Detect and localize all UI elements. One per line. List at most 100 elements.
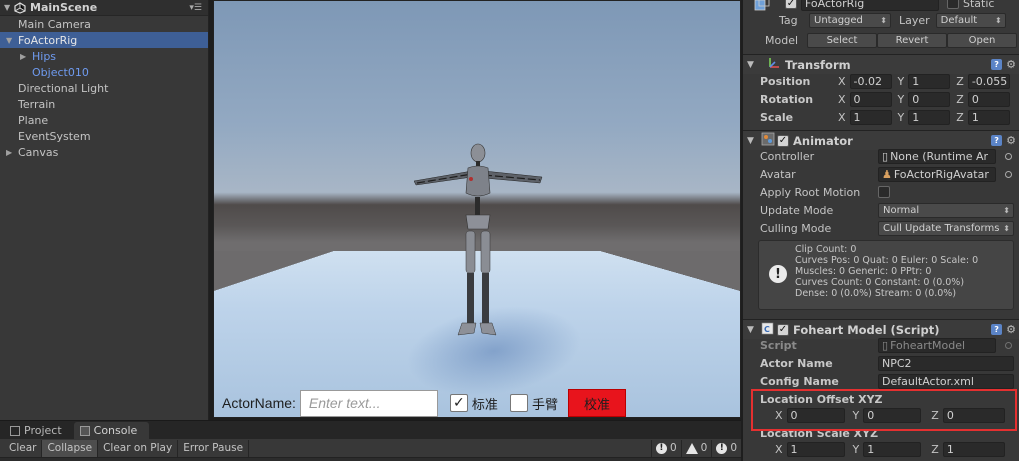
file-icon: ▯	[882, 149, 889, 163]
console-icon	[79, 425, 90, 436]
standard-checkbox[interactable]: ✓	[449, 394, 468, 412]
gear-icon[interactable]: ⚙	[1006, 58, 1016, 71]
root-motion-checkbox[interactable]	[878, 186, 890, 198]
loc-scale-x[interactable]: 1	[786, 441, 845, 457]
actor-name-input[interactable]	[299, 389, 438, 417]
controller-row: Controller ▯ None (Runtime Ar	[743, 147, 1019, 165]
avatar-label: Avatar	[760, 167, 796, 181]
info-icon: !	[769, 265, 787, 283]
hierarchy-item[interactable]: EventSystem	[0, 128, 208, 144]
standard-toggle[interactable]: ✓ 标准	[449, 394, 498, 413]
object-picker-icon[interactable]	[1005, 152, 1012, 160]
collapse-button[interactable]: Collapse	[42, 439, 99, 457]
transform-rotation-label: Rotation	[760, 92, 814, 106]
animator-stats-box: ! Clip Count: 0 Curves Pos: 0 Quat: 0 Eu…	[758, 240, 1014, 310]
transform-rotation-x[interactable]: 0	[849, 91, 892, 107]
tab-project[interactable]: Project	[4, 422, 74, 439]
info-count-button[interactable]: ! 0	[650, 439, 681, 457]
game-view[interactable]: ActorName: ✓ 标准 手臂 校准	[213, 0, 741, 418]
expanded-arrow-icon[interactable]: ▼	[6, 36, 18, 45]
hierarchy-item-label: Plane	[18, 113, 49, 127]
hierarchy-item[interactable]: ▶ Hips	[0, 48, 208, 64]
collapse-arrow-icon[interactable]: ▼	[747, 136, 759, 146]
error-pause-button[interactable]: Error Pause	[178, 439, 250, 457]
collapse-arrow-icon[interactable]: ▼	[747, 60, 759, 70]
warning-count-button[interactable]: 0	[680, 439, 712, 457]
transform-scale-label: Scale	[760, 110, 794, 124]
hierarchy-item[interactable]: Object010	[0, 64, 208, 80]
transform-rotation-y[interactable]: 0	[908, 91, 951, 107]
log-counters: ! 0 0 ! 0	[650, 439, 741, 457]
standard-label: 标准	[471, 397, 498, 413]
clear-on-play-button[interactable]: Clear on Play	[98, 439, 179, 457]
folder-icon	[10, 425, 20, 436]
z-axis-label: Z	[931, 442, 939, 456]
hierarchy-item-label: FoActorRig	[18, 33, 78, 47]
clear-button[interactable]: Clear	[4, 439, 43, 457]
model-select-button[interactable]: Select	[807, 32, 877, 48]
collapse-arrow-icon[interactable]: ▼	[4, 3, 14, 12]
hierarchy-item[interactable]: Plane	[0, 112, 208, 128]
script-enabled-checkbox[interactable]: ✓	[777, 323, 789, 336]
console-panel: Project Console Clear Collapse Clear on …	[0, 420, 741, 461]
culling-mode-dropdown[interactable]: Cull Update Transforms ⬍	[878, 220, 1014, 236]
tab-console[interactable]: Console	[73, 422, 150, 439]
hierarchy-item-label: Hips	[32, 49, 57, 63]
error-count: 0	[730, 442, 737, 454]
error-count-button[interactable]: ! 0	[711, 439, 741, 457]
hierarchy-item[interactable]: ▼ FoActorRig	[0, 32, 208, 48]
gear-icon[interactable]: ⚙	[1006, 323, 1016, 336]
collapsed-arrow-icon[interactable]: ▶	[6, 148, 18, 157]
collapse-arrow-icon[interactable]: ▼	[747, 325, 759, 335]
hierarchy-item[interactable]: Main Camera	[0, 16, 208, 32]
avatar-row: Avatar ♟ FoActorRigAvatar	[743, 165, 1019, 183]
transform-header[interactable]: ▼ Transform ? ⚙	[743, 54, 1019, 74]
transform-scale-z[interactable]: 1	[967, 109, 1010, 125]
loc-scale-y[interactable]: 1	[863, 441, 922, 457]
static-checkbox[interactable]	[947, 0, 959, 9]
calibrate-button[interactable]: 校准	[567, 389, 626, 417]
model-open-button[interactable]: Open	[947, 32, 1017, 48]
object-picker-icon[interactable]	[1005, 170, 1012, 178]
help-icon[interactable]: ?	[991, 59, 1003, 70]
gear-icon[interactable]: ⚙	[1006, 134, 1016, 147]
layer-dropdown[interactable]: Default ⬍	[935, 12, 1006, 28]
config-name-field[interactable]: DefaultActor.xml	[878, 373, 1014, 389]
tag-dropdown[interactable]: Untagged ⬍	[809, 12, 891, 28]
help-icon[interactable]: ?	[991, 324, 1003, 335]
controller-field[interactable]: ▯ None (Runtime Ar	[878, 148, 996, 164]
active-checkbox[interactable]: ✓	[785, 0, 797, 9]
loc-scale-z[interactable]: 1	[942, 441, 1005, 457]
model-revert-button[interactable]: Revert	[877, 32, 947, 48]
hierarchy-item[interactable]: Directional Light	[0, 80, 208, 96]
arm-checkbox[interactable]	[509, 394, 528, 412]
component-actions: ? ⚙	[991, 134, 1016, 147]
update-mode-dropdown[interactable]: Normal ⬍	[878, 202, 1014, 218]
actor-controls: ActorName: ✓ 标准 手臂 校准	[222, 389, 626, 417]
config-name-row: Config Name DefaultActor.xml	[743, 372, 1019, 390]
terrain-right	[600, 251, 740, 291]
transform-scale-x[interactable]: 1	[849, 109, 892, 125]
scene-header[interactable]: ▼ MainScene ▾☰	[0, 0, 208, 16]
x-axis-label: X	[838, 92, 846, 106]
component-actions: ? ⚙	[991, 323, 1016, 336]
menu-icon[interactable]: ▾☰	[189, 3, 202, 13]
transform-scale-y[interactable]: 1	[908, 109, 951, 125]
transform-position-x[interactable]: -0.02	[849, 73, 892, 89]
arm-toggle[interactable]: 手臂	[509, 394, 558, 413]
info-icon: !	[655, 442, 667, 454]
help-icon[interactable]: ?	[991, 135, 1003, 146]
stats-line: Dense: 0 (0.0%) Stream: 0 (0.0%)	[795, 288, 957, 299]
avatar-field[interactable]: ♟ FoActorRigAvatar	[878, 166, 996, 182]
animator-enabled-checkbox[interactable]: ✓	[777, 134, 789, 147]
actor-name-field[interactable]: NPC2	[878, 355, 1014, 371]
script-ref-row: Script ▯ FoheartModel	[743, 336, 1019, 354]
transform-position-y[interactable]: 1	[908, 73, 951, 89]
transform-row: Scale X 1 Y 1 Z 1	[743, 108, 1019, 126]
hierarchy-item[interactable]: Terrain	[0, 96, 208, 112]
transform-rotation-z[interactable]: 0	[967, 91, 1010, 107]
hierarchy-item[interactable]: ▶ Canvas	[0, 144, 208, 160]
transform-position-z[interactable]: -0.055	[967, 73, 1010, 89]
collapsed-arrow-icon[interactable]: ▶	[20, 52, 32, 61]
object-name-field[interactable]: FoActorRig	[801, 0, 939, 11]
